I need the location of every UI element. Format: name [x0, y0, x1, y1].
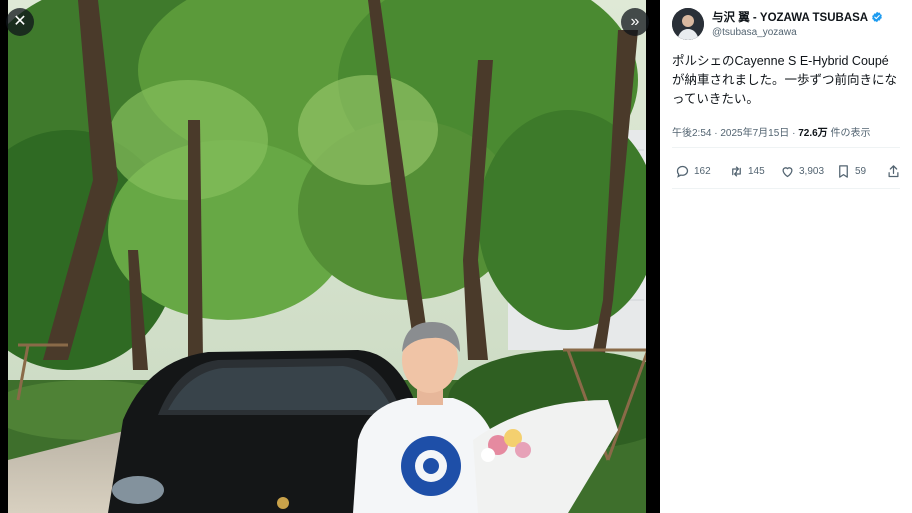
divider-2	[672, 188, 900, 189]
view-count: 72.6万	[798, 128, 828, 139]
avatar[interactable]	[672, 8, 704, 40]
share-icon	[888, 164, 899, 177]
retweet-count: 145	[748, 165, 765, 177]
like-button[interactable]: 3,903	[780, 164, 824, 179]
action-bar: 162 145 3,903 59	[672, 160, 902, 182]
retweet-button[interactable]: 145	[729, 164, 765, 179]
divider	[672, 147, 900, 148]
like-count: 3,903	[799, 165, 825, 177]
tweet-panel: 与沢 翼 - YOZAWA TSUBASA @tsubasa_yozawa ポル…	[660, 0, 912, 513]
tweet-text: ポルシェのCayenne S E-Hybrid Coupé が納車されました。一…	[672, 54, 898, 106]
media-viewer: ✕ »	[0, 0, 660, 513]
tweet-photo[interactable]	[8, 0, 646, 513]
retweet-icon	[732, 166, 741, 176]
bookmark-button[interactable]: 59	[836, 164, 866, 179]
bookmark-count: 59	[855, 165, 867, 177]
reply-count: 162	[694, 165, 711, 177]
author-handle[interactable]: @tsubasa_yozawa	[712, 27, 904, 38]
verified-badge-icon	[872, 11, 882, 23]
meta-separator-2: ·	[792, 128, 796, 139]
tweet-header: 与沢 翼 - YOZAWA TSUBASA @tsubasa_yozawa	[672, 8, 904, 40]
photo-illustration	[8, 0, 646, 513]
tweet-date[interactable]: 2025年7月15日	[720, 128, 789, 139]
meta-separator: ·	[714, 128, 718, 139]
view-count-label: 件の表示	[830, 128, 871, 139]
share-button[interactable]	[886, 164, 901, 179]
heart-icon	[782, 166, 793, 177]
chevron-double-right-icon[interactable]: »	[621, 8, 649, 36]
display-name[interactable]: 与沢 翼 - YOZAWA TSUBASA	[712, 9, 868, 25]
tweet-time[interactable]: 午後2:54	[672, 128, 711, 139]
avatar-image	[672, 8, 704, 40]
reply-button[interactable]: 162	[675, 164, 711, 179]
bookmark-icon	[839, 164, 848, 178]
close-icon[interactable]: ✕	[6, 8, 34, 36]
display-name-row[interactable]: 与沢 翼 - YOZAWA TSUBASA	[712, 9, 904, 25]
tweet-meta: 午後2:54 · 2025年7月15日 · 72.6万 件の表示	[672, 124, 908, 139]
reply-icon	[676, 165, 689, 178]
author-names: 与沢 翼 - YOZAWA TSUBASA @tsubasa_yozawa	[712, 9, 904, 38]
